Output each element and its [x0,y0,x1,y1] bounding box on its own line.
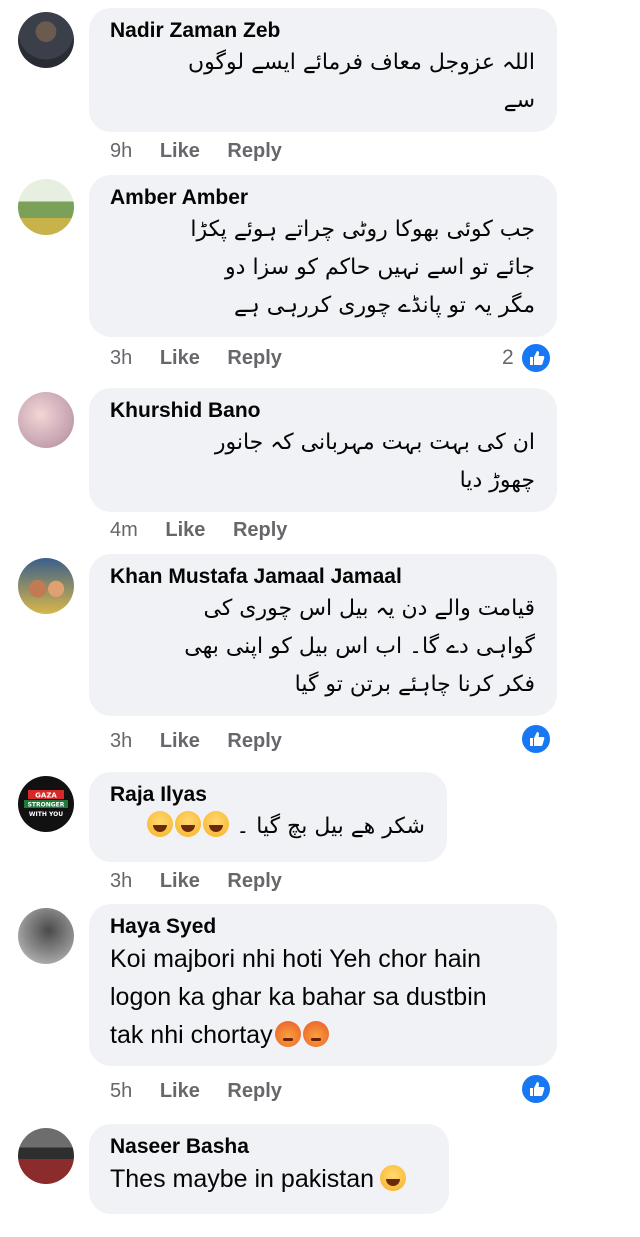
comment-text: شکر ھے بیل بچ گیا ۔ [110,808,425,846]
like-reaction-icon[interactable] [520,1073,552,1105]
comment-text: ان کی بہت بہت مہربانی کہ جانور چھوڑ دیا [214,430,535,493]
comment-text: Koi majbori nhi hoti Yeh chor hain logon… [110,945,487,1049]
comment-actions: 9h Like Reply [110,139,304,163]
comment-text: جب کوئی بھوکا روٹی چراتے ہوئے پکڑا جائے … [190,217,535,318]
reply-button[interactable]: Reply [233,519,287,541]
angry-emoji-icon [302,1021,329,1047]
comment-time[interactable]: 4m [110,519,138,541]
like-reaction-icon[interactable] [520,342,552,374]
comment-actions: 3h Like Reply [110,346,304,370]
avatar[interactable] [18,179,74,235]
comment-time[interactable]: 3h [110,347,132,369]
comment-bubble: Khan Mustafa Jamaal Jamaal قیامت والے دن… [89,554,557,716]
comment-author[interactable]: Amber Amber [110,185,535,211]
comment-bubble: Naseer Basha Thes maybe in pakistan [89,1124,449,1214]
avatar-badge: GAZA STRONGER WITH YOU [24,790,68,818]
like-button[interactable]: Like [160,870,200,892]
like-button[interactable]: Like [165,519,205,541]
avatar[interactable] [18,1128,74,1184]
avatar[interactable] [18,12,74,68]
reply-button[interactable]: Reply [227,1080,281,1102]
reply-button[interactable]: Reply [227,870,281,892]
comment-text: Thes maybe in pakistan [110,1160,427,1198]
comment-time[interactable]: 3h [110,730,132,752]
comment-author[interactable]: Naseer Basha [110,1134,427,1160]
comment-text: اللہ عزوجل معاف فرمائے ایسے لوگوں سے [188,50,535,113]
comment-author[interactable]: Khurshid Bano [110,398,535,424]
comment-bubble: Khurshid Bano ان کی بہت بہت مہربانی کہ ج… [89,388,557,512]
comment-actions: 3h Like Reply [110,729,304,753]
comment-time[interactable]: 9h [110,140,132,162]
comment-author[interactable]: Nadir Zaman Zeb [110,18,535,44]
laughing-emoji-icon [203,811,230,837]
avatar[interactable] [18,392,74,448]
comment-bubble: Raja Ilyas شکر ھے بیل بچ گیا ۔ [89,772,447,862]
reaction-count[interactable]: 2 [502,346,514,370]
svg-text:WITH YOU: WITH YOU [29,811,63,818]
comment-actions: 4m Like Reply [110,518,309,542]
comment-bubble: Amber Amber جب کوئی بھوکا روٹی چراتے ہوئ… [89,175,557,337]
comment-bubble: Nadir Zaman Zeb اللہ عزوجل معاف فرمائے ا… [89,8,557,132]
comment-bubble: Haya Syed Koi majbori nhi hoti Yeh chor … [89,904,557,1066]
laughing-emoji-icon [380,1165,407,1191]
laughing-emoji-icon [175,811,202,837]
like-button[interactable]: Like [160,347,200,369]
comment-text: قیامت والے دن یہ بیل اس چوری کی گواہی دے… [184,596,535,697]
svg-text:GAZA: GAZA [35,792,57,800]
reply-button[interactable]: Reply [227,730,281,752]
laughing-emoji-icon [147,811,174,837]
avatar[interactable] [18,908,74,964]
comment-author[interactable]: Raja Ilyas [110,782,425,808]
comment-time[interactable]: 3h [110,870,132,892]
comment-actions: 5h Like Reply [110,1079,304,1103]
comment-time[interactable]: 5h [110,1080,132,1102]
like-button[interactable]: Like [160,730,200,752]
like-reaction-icon[interactable] [520,723,552,755]
avatar[interactable] [18,558,74,614]
reply-button[interactable]: Reply [227,347,281,369]
next-comment-cutoff [0,1220,640,1237]
comment-author[interactable]: Khan Mustafa Jamaal Jamaal [110,564,535,590]
comment-author[interactable]: Haya Syed [110,914,535,940]
svg-text:STRONGER: STRONGER [28,802,65,809]
avatar[interactable]: GAZA STRONGER WITH YOU [18,776,74,832]
comment-actions: 3h Like Reply [110,869,304,893]
angry-emoji-icon [274,1021,301,1047]
like-button[interactable]: Like [160,1080,200,1102]
reply-button[interactable]: Reply [227,140,281,162]
like-button[interactable]: Like [160,140,200,162]
